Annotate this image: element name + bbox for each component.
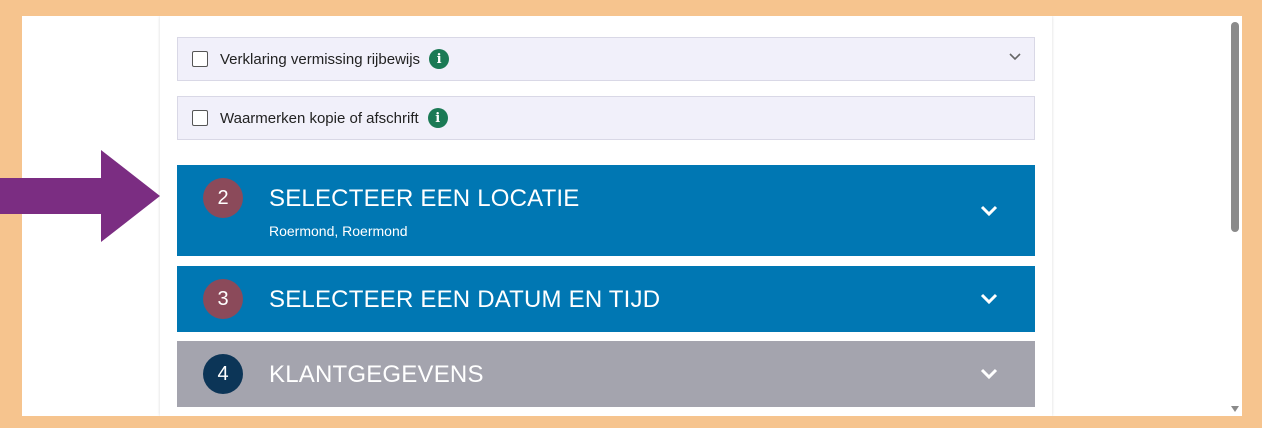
chevron-down-icon[interactable] (979, 289, 999, 309)
scrollbar-thumb[interactable] (1231, 22, 1239, 232)
step-number-badge: 2 (203, 178, 243, 218)
option-verklaring-vermissing-rijbewijs[interactable]: Verklaring vermissing rijbewijs i (177, 37, 1035, 81)
step-title: SELECTEER EEN DATUM EN TIJD (269, 286, 661, 313)
step-title: SELECTEER EEN LOCATIE (269, 185, 580, 212)
selected-location: Roermond, Roermond (269, 223, 408, 239)
step-number-badge: 3 (203, 279, 243, 319)
vertical-scrollbar[interactable] (1228, 16, 1242, 416)
step-customer-details[interactable]: 4 KLANTGEGEVENS (177, 341, 1035, 407)
browser-viewport: Verklaring vermissing rijbewijs i Waarme… (22, 16, 1242, 416)
step-number-badge: 4 (203, 354, 243, 394)
chevron-down-icon[interactable] (979, 201, 999, 221)
info-icon[interactable]: i (427, 108, 448, 128)
info-icon[interactable]: i (429, 49, 450, 69)
step-select-location[interactable]: 2 SELECTEER EEN LOCATIE Roermond, Roermo… (177, 165, 1035, 256)
appointment-card: Verklaring vermissing rijbewijs i Waarme… (160, 16, 1052, 416)
scroll-down-arrow-icon[interactable] (1231, 406, 1239, 412)
annotation-arrow-icon (0, 150, 160, 242)
step-select-date-time[interactable]: 3 SELECTEER EEN DATUM EN TIJD (177, 266, 1035, 332)
chevron-down-icon[interactable] (1008, 50, 1022, 64)
option-label: Verklaring vermissing rijbewijs (220, 50, 421, 68)
step-title: KLANTGEGEVENS (269, 361, 484, 388)
option-checkbox[interactable] (192, 110, 208, 126)
option-checkbox[interactable] (192, 51, 208, 67)
chevron-down-icon[interactable] (979, 364, 999, 384)
option-waarmerken-kopie[interactable]: Waarmerken kopie of afschrift i (177, 96, 1035, 140)
screenshot-frame: Verklaring vermissing rijbewijs i Waarme… (0, 0, 1262, 428)
option-label: Waarmerken kopie of afschrift (220, 109, 419, 127)
